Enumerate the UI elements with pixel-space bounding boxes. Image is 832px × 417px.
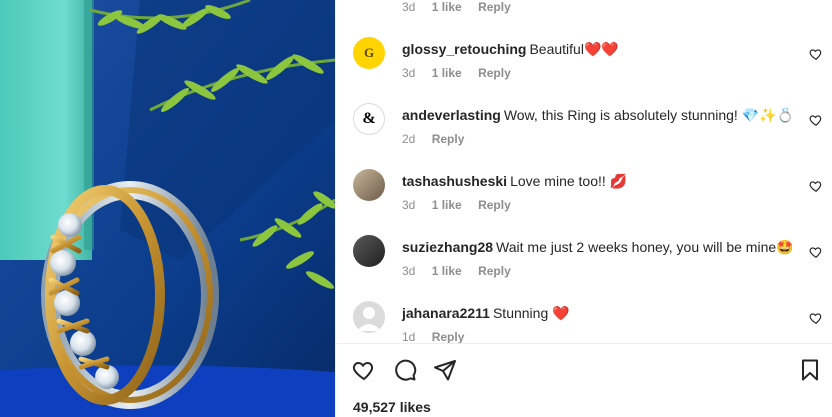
- comment-body: andeverlasting Wow, this Ring is absolute…: [402, 106, 794, 124]
- comment-item: & andeverlasting Wow, this Ring is absolu…: [336, 103, 832, 169]
- heart-icon: [352, 361, 374, 381]
- avatar-initial: &: [362, 110, 376, 127]
- save-button[interactable]: [796, 356, 824, 384]
- share-button[interactable]: [431, 356, 459, 384]
- avatar[interactable]: [353, 301, 385, 333]
- reply-button[interactable]: Reply: [478, 264, 511, 278]
- comment-body: suziezhang28 Wait me just 2 weeks honey, …: [402, 238, 794, 256]
- ring-photo: [0, 0, 335, 417]
- comment-body: tashashusheski Love mine too!! 💋: [402, 172, 793, 190]
- comment-text: Love mine too!!: [510, 173, 606, 189]
- comment-body: jahanara2211 Stunning ❤️: [402, 304, 793, 322]
- like-comment-heart-icon[interactable]: [809, 245, 823, 259]
- comment-time: 2d: [402, 132, 416, 146]
- comment-meta: 3d 1 like Reply: [402, 0, 524, 14]
- comment-emoji: 💋: [609, 173, 628, 189]
- comment-time: 3d: [402, 0, 416, 14]
- comment-time: 3d: [402, 66, 416, 80]
- comment-likes[interactable]: 1 like: [432, 198, 462, 212]
- avatar[interactable]: [353, 169, 385, 201]
- comment-username[interactable]: tashashusheski: [402, 173, 507, 189]
- comment-text: Wow, this Ring is absolutely stunning!: [503, 107, 738, 123]
- comment-likes[interactable]: 1 like: [432, 0, 462, 14]
- reply-button[interactable]: Reply: [432, 330, 465, 343]
- comment-username[interactable]: jahanara2211: [402, 305, 490, 321]
- comment-meta: 1d Reply: [402, 330, 477, 343]
- avatar[interactable]: [353, 235, 385, 267]
- comment-item: G glossy_retouching Beautiful❤️❤️ 3d 1 li…: [336, 37, 832, 103]
- likes-count[interactable]: 49,527 likes: [353, 399, 431, 415]
- reply-button[interactable]: Reply: [478, 66, 511, 80]
- reply-button[interactable]: Reply: [478, 0, 511, 14]
- comment-item: tashashusheski Love mine too!! 💋 3d 1 lik…: [336, 169, 832, 235]
- post-side-panel: 3d 1 like Reply G glossy_retouching Beaut…: [335, 0, 832, 417]
- reply-button[interactable]: Reply: [478, 198, 511, 212]
- comment-username[interactable]: glossy_retouching: [402, 41, 526, 57]
- comment-meta: 2d Reply: [402, 132, 477, 146]
- post-image[interactable]: [0, 0, 335, 417]
- reply-button[interactable]: Reply: [432, 132, 465, 146]
- comment-bubble-icon: [395, 359, 417, 381]
- bookmark-icon: [802, 359, 818, 381]
- comment-text: Beautiful: [529, 41, 584, 57]
- like-comment-heart-icon[interactable]: [809, 113, 823, 127]
- comment-emoji: 🤩: [776, 239, 794, 255]
- comment-time: 3d: [402, 264, 416, 278]
- comment-username[interactable]: suziezhang28: [402, 239, 493, 255]
- comment-emoji: 💎✨💍: [741, 107, 794, 123]
- like-comment-heart-icon[interactable]: [809, 179, 823, 193]
- comment-button[interactable]: [391, 356, 419, 384]
- comment-item: 3d 1 like Reply: [336, 0, 832, 22]
- like-comment-heart-icon[interactable]: [809, 311, 823, 325]
- comment-item: suziezhang28 Wait me just 2 weeks honey, …: [336, 235, 832, 301]
- comment-meta: 3d 1 like Reply: [402, 264, 524, 278]
- comments-list: 3d 1 like Reply G glossy_retouching Beaut…: [336, 0, 832, 343]
- comment-likes[interactable]: 1 like: [432, 66, 462, 80]
- like-comment-heart-icon[interactable]: [809, 47, 823, 61]
- avatar[interactable]: &: [353, 103, 385, 135]
- comment-meta: 3d 1 like Reply: [402, 198, 524, 212]
- comment-emoji: ❤️: [552, 305, 570, 321]
- comment-item: jahanara2211 Stunning ❤️ 1d Reply: [336, 301, 832, 343]
- comment-time: 3d: [402, 198, 416, 212]
- avatar[interactable]: G: [353, 37, 385, 69]
- comment-emoji: ❤️❤️: [583, 41, 619, 57]
- comment-body: glossy_retouching Beautiful❤️❤️: [402, 40, 793, 58]
- comment-meta: 3d 1 like Reply: [402, 66, 524, 80]
- comment-text: Wait me just 2 weeks honey, you will be …: [496, 239, 777, 255]
- like-button[interactable]: [350, 356, 378, 384]
- comment-time: 1d: [402, 330, 416, 343]
- comment-likes[interactable]: 1 like: [432, 264, 462, 278]
- avatar-initial: G: [363, 45, 375, 60]
- comment-username[interactable]: andeverlasting: [402, 107, 501, 123]
- section-divider: [336, 343, 832, 344]
- default-avatar-icon: [357, 307, 381, 331]
- comment-text: Stunning: [492, 305, 549, 321]
- send-icon: [434, 360, 456, 381]
